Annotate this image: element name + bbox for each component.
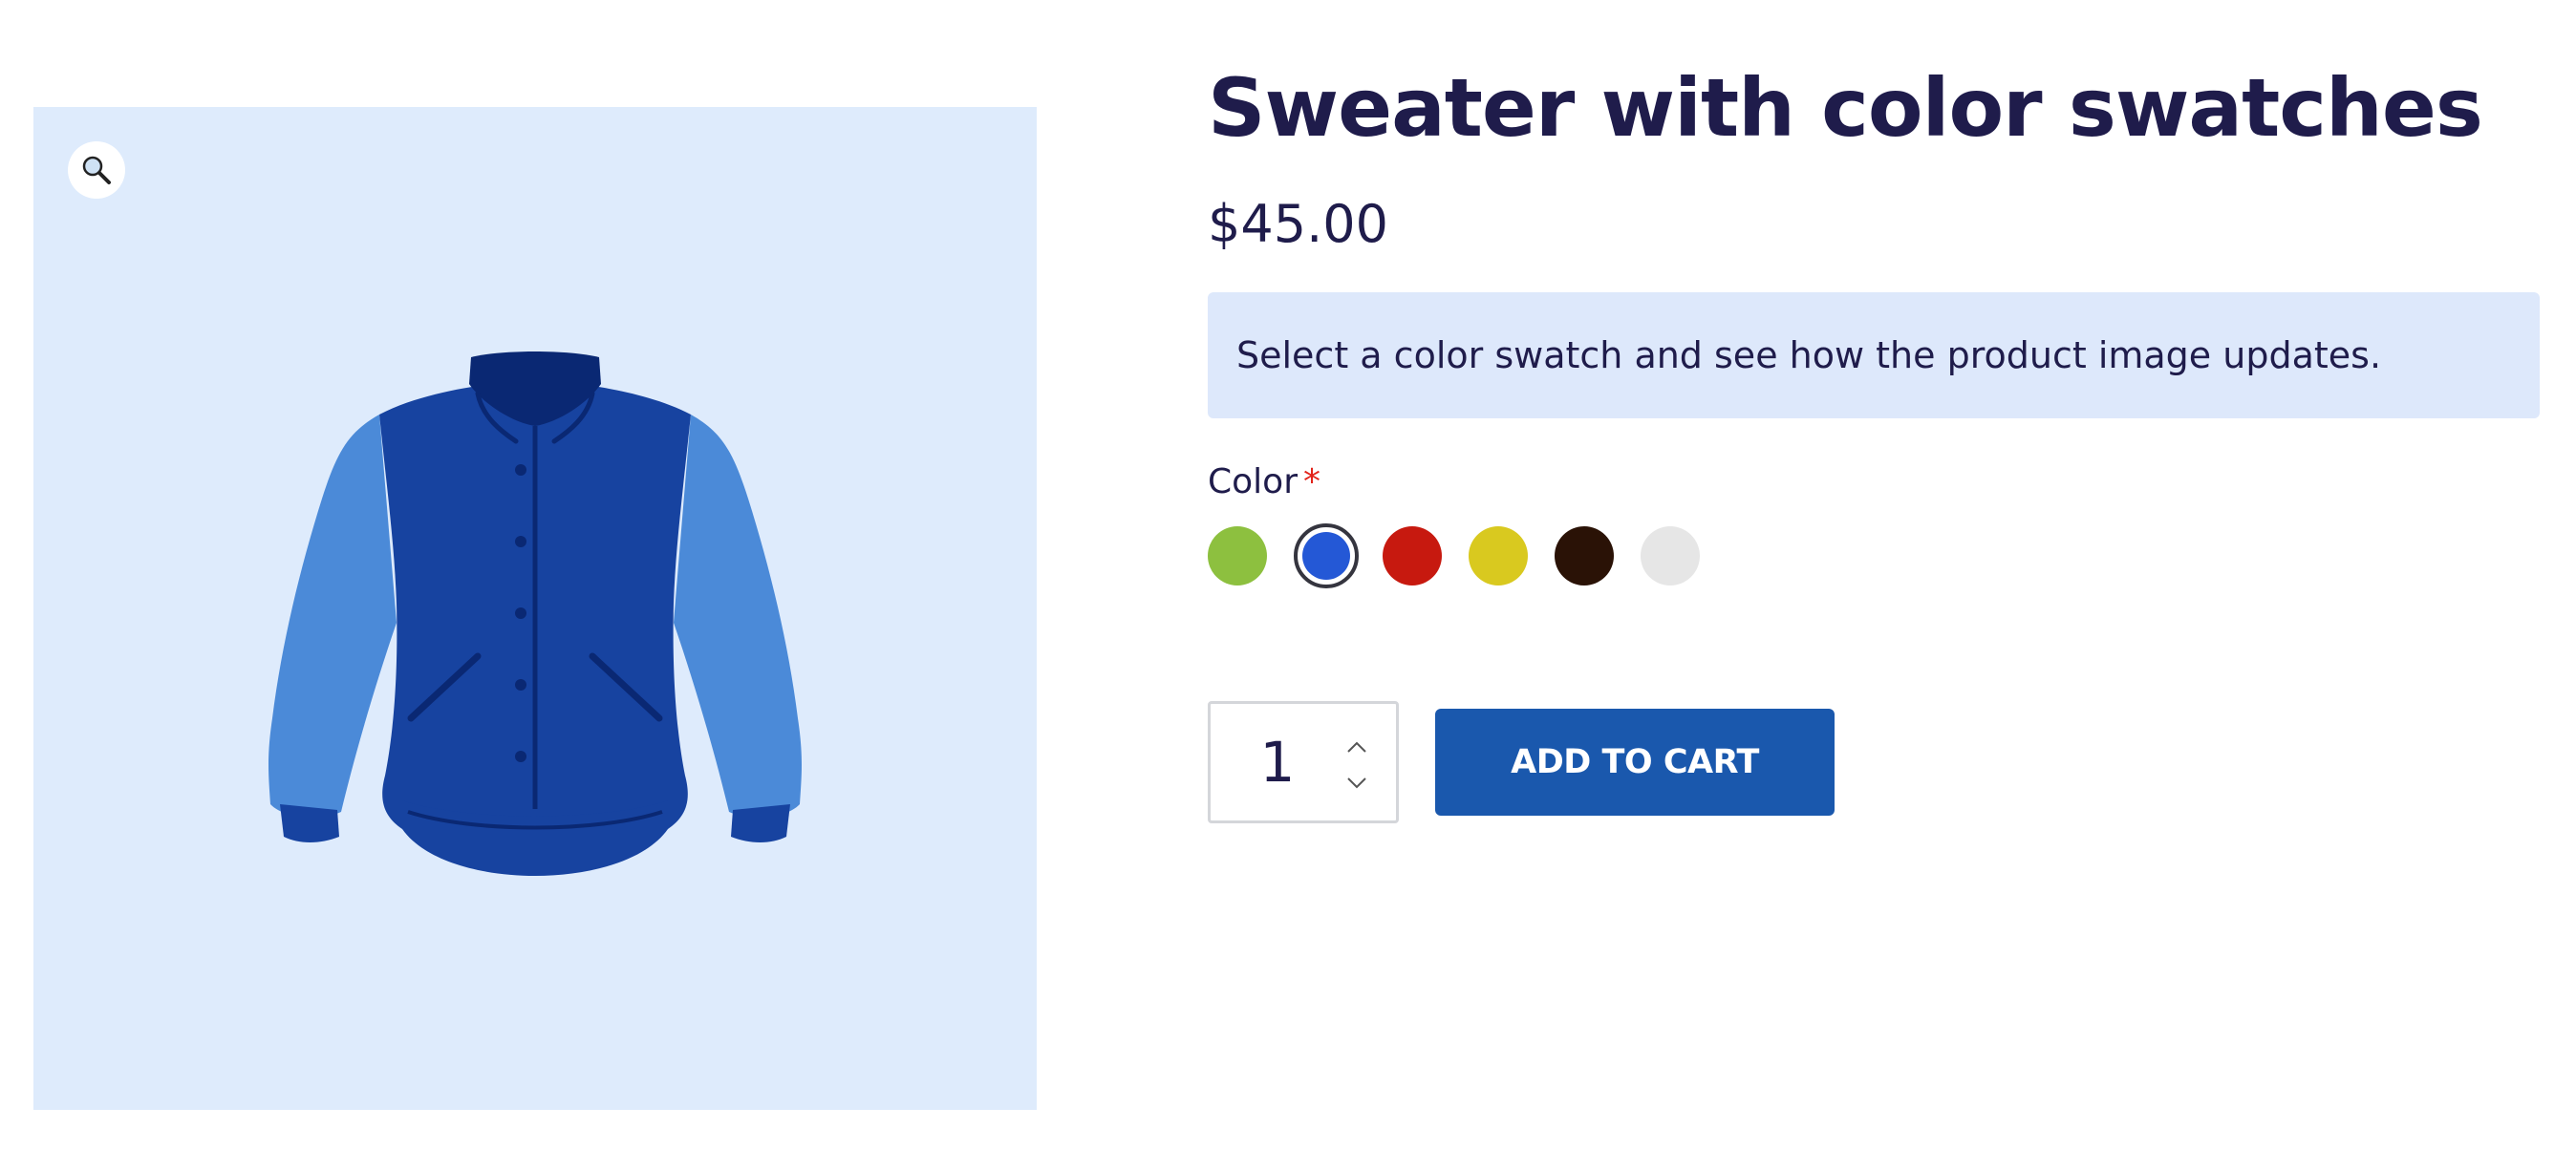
chevron-down-icon xyxy=(1347,777,1366,789)
zoom-button[interactable] xyxy=(68,141,125,199)
color-swatch-green[interactable] xyxy=(1208,526,1267,586)
color-swatch-blue[interactable] xyxy=(1294,523,1359,588)
jacket-right-cuff xyxy=(731,804,790,842)
color-swatch-red[interactable] xyxy=(1383,526,1442,586)
product-gallery xyxy=(33,107,1037,1110)
color-swatches xyxy=(1208,523,1727,588)
info-notice-text: Select a color swatch and see how the pr… xyxy=(1236,334,2382,376)
color-label-text: Color xyxy=(1208,462,1298,501)
product-image[interactable] xyxy=(33,107,1037,1110)
product-price: $45.00 xyxy=(1208,194,1388,254)
color-label: Color * xyxy=(1208,458,1320,506)
color-swatch-fill xyxy=(1302,532,1350,580)
info-notice: Select a color swatch and see how the pr… xyxy=(1208,292,2540,418)
jacket-left-sleeve xyxy=(268,415,397,818)
jacket-left-cuff xyxy=(280,804,339,842)
required-mark: * xyxy=(1303,462,1320,501)
quantity-input[interactable]: 1 xyxy=(1211,704,1344,820)
jacket-right-sleeve xyxy=(674,415,802,818)
add-to-cart-button[interactable]: ADD TO CART xyxy=(1435,709,1835,816)
quantity-increase-button[interactable] xyxy=(1342,735,1371,759)
quantity-stepper[interactable]: 1 xyxy=(1208,701,1399,823)
chevron-up-icon xyxy=(1347,741,1366,753)
magnifier-icon xyxy=(82,156,111,184)
quantity-decrease-button[interactable] xyxy=(1342,771,1371,796)
color-swatch-yellow[interactable] xyxy=(1469,526,1528,586)
product-title: Sweater with color swatches xyxy=(1208,61,2483,155)
color-swatch-light-gray[interactable] xyxy=(1641,526,1700,586)
color-swatch-dark-brown[interactable] xyxy=(1555,526,1614,586)
